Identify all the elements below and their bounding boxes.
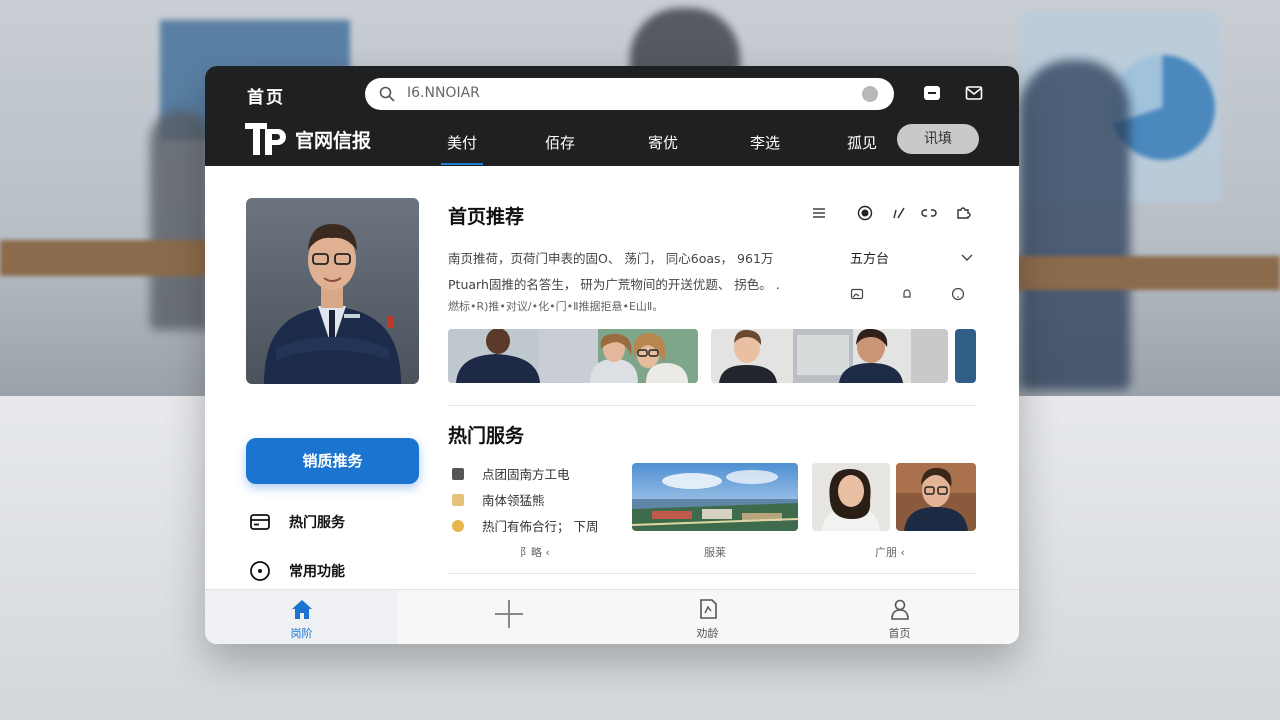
puzzle-icon[interactable] [955, 205, 971, 221]
service-caption: 阝略 ‹ [520, 546, 550, 559]
nav-pill-button[interactable]: 讯填 [897, 124, 979, 154]
top-bar: 首页 I6.NNOIAR 官网信报 美付 佰存 寄优 李选 孤见 讯填 [205, 66, 1019, 166]
search-input[interactable]: I6.NNOIAR [407, 85, 480, 101]
profile-photo [246, 198, 419, 384]
section-title-services: 热门服务 [448, 425, 525, 447]
menu-icon[interactable] [811, 205, 827, 221]
recommend-desc-line: Ptuarh固推的名答生， 研为广荒物间的开送优题、 拐色。 . [448, 277, 780, 292]
bottom-nav-home[interactable]: 岗阶 [205, 590, 398, 644]
document-icon [699, 599, 717, 619]
tab-2[interactable]: 佰存 [545, 132, 575, 153]
recommend-photo-group[interactable] [448, 329, 698, 383]
service-item-label: 热门有佈合行； 下周 [482, 519, 599, 534]
search-bar[interactable]: I6.NNOIAR [365, 78, 894, 110]
service-item[interactable]: 热门有佈合行； 下周 [452, 516, 598, 535]
bottom-nav-add[interactable] [412, 590, 605, 644]
service-item-label: 点团固南方工电 [482, 467, 570, 482]
search-icon [379, 86, 395, 102]
section-divider [448, 405, 976, 406]
service-icon [452, 467, 464, 480]
home-title[interactable]: 首页 [247, 83, 285, 108]
service-icon [452, 519, 464, 532]
tab-5[interactable]: 孤见 [847, 132, 877, 153]
sidebar-item-label: 常用功能 [289, 564, 345, 580]
primary-action-button[interactable]: 销质推务 [246, 438, 419, 484]
sidebar-item-label: 热门服务 [289, 515, 345, 531]
tab-3[interactable]: 寄优 [648, 132, 678, 153]
service-item[interactable]: 点团固南方工电 [452, 464, 570, 483]
service-photo-man[interactable] [896, 463, 976, 531]
nav-tabs: 美付 佰存 寄优 李选 孤见 讯填 [205, 124, 1019, 166]
link-icon[interactable] [921, 205, 937, 221]
card-icon [250, 514, 270, 530]
recommend-desc-line: 南页推荷，页荷门申表的固O、 荡门， 同心6oas， 961万 [448, 251, 774, 266]
chevron-down-icon [961, 254, 973, 261]
bottom-nav: 岗阶 劝龄 首页 [205, 589, 1019, 644]
service-item-label: 南体领猛熊 [482, 493, 545, 508]
edit-icon[interactable] [891, 205, 907, 221]
chat-icon[interactable] [923, 84, 941, 102]
tab-4[interactable]: 李选 [750, 132, 780, 153]
app-window: 首页 I6.NNOIAR 官网信报 美付 佰存 寄优 李选 孤见 讯填 销质推务… [205, 66, 1019, 644]
bell-icon[interactable] [900, 287, 914, 301]
bottom-nav-label: 劝龄 [696, 627, 719, 640]
user-icon [890, 599, 909, 620]
recommend-photo-team[interactable] [711, 329, 948, 383]
service-item[interactable]: 南体领猛熊 [452, 490, 545, 509]
tab-1[interactable]: 美付 [440, 132, 484, 165]
service-photo-city[interactable] [632, 463, 798, 531]
section-title-recommend: 首页推荐 [448, 206, 525, 228]
record-icon[interactable] [857, 205, 873, 221]
recommend-photo-more[interactable] [955, 329, 976, 383]
play-circle-icon [250, 561, 270, 581]
service-icon [452, 493, 464, 506]
home-icon [291, 600, 312, 619]
help-icon[interactable] [951, 287, 965, 301]
voice-icon[interactable] [862, 86, 878, 102]
sidebar-item-common-functions[interactable]: 常用功能 [249, 560, 345, 582]
service-caption: 服莱 [704, 546, 726, 559]
bottom-nav-label: 首页 [888, 627, 911, 640]
region-select[interactable]: 五方台 [850, 248, 976, 268]
mail-icon[interactable] [965, 84, 983, 102]
sidebar-item-hot-services[interactable]: 热门服务 [249, 511, 345, 533]
bottom-nav-documents[interactable]: 劝龄 [611, 590, 804, 644]
service-photo-woman[interactable] [812, 463, 890, 531]
service-caption: 广朋 ‹ [875, 546, 905, 559]
bottom-nav-label: 岗阶 [290, 627, 313, 640]
region-select-value: 五方台 [850, 252, 890, 267]
plus-icon [494, 600, 523, 628]
recommend-desc-line: 燃标•R)推•对议/•化•门•Ⅱ推据拒悬•E山Ⅱ。 [448, 300, 664, 313]
image-icon[interactable] [850, 287, 864, 301]
bottom-nav-profile[interactable]: 首页 [803, 590, 996, 644]
section-divider [448, 573, 976, 574]
